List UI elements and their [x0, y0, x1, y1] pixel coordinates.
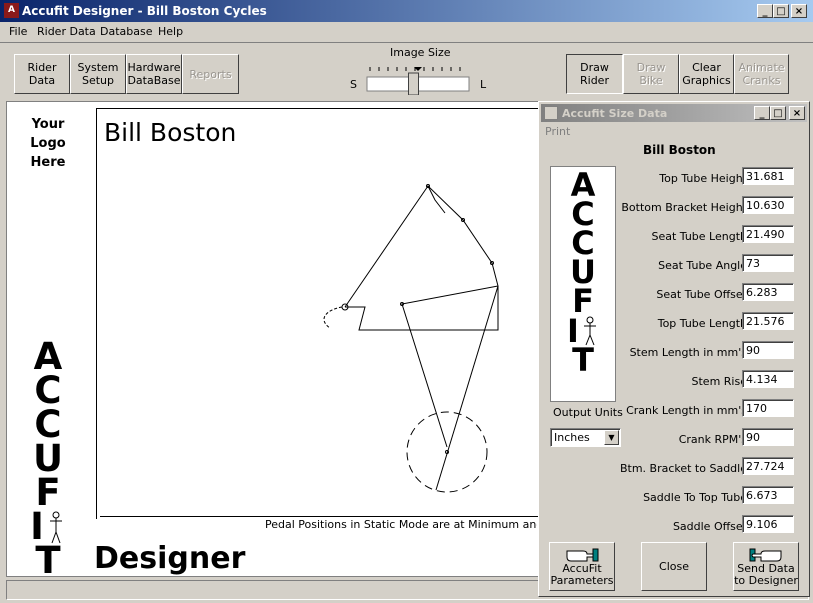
close-button[interactable]: × [791, 4, 807, 18]
designer-wordmark: Designer [94, 541, 246, 576]
size-data-dialog: Accufit Size Data _ □ × Print Bill Bosto… [538, 101, 810, 597]
field-btm-bracket-to-saddle[interactable]: 27.724 [742, 457, 794, 475]
output-units-value: Inches [554, 431, 590, 444]
window-title: Accufit Designer - Bill Boston Cycles [22, 4, 267, 18]
field-stem-rise[interactable]: 4.134 [742, 370, 794, 388]
field-bottom-bracket-height[interactable]: 10.630 [742, 196, 794, 214]
footer-divider [100, 516, 540, 517]
menu-database[interactable]: Database [100, 25, 153, 38]
field-stem-length[interactable]: 90 [742, 341, 794, 359]
clear-graphics-button[interactable]: Clear Graphics [679, 54, 734, 94]
canvas-rider-name: Bill Boston [104, 118, 237, 147]
field-label-saddle-offset: Saddle Offset [672, 520, 747, 533]
reports-button[interactable]: Reports [182, 54, 239, 94]
output-units-select[interactable]: Inches ▼ [550, 428, 621, 447]
system-setup-button[interactable]: System Setup [70, 54, 126, 94]
field-label-crank-rpm: Crank RPM's [678, 433, 747, 446]
hardware-database-button[interactable]: Hardware DataBase [126, 54, 182, 94]
toolbar: Rider Data System Setup Hardware DataBase R… [0, 42, 813, 101]
field-seat-tube-offset[interactable]: 6.283 [742, 283, 794, 301]
image-size-label: Image Size [390, 46, 451, 59]
dialog-title-bar: Accufit Size Data _ □ × [541, 104, 807, 122]
accufit-parameters-button[interactable]: AccuFit Parameters [549, 542, 615, 591]
menu-bar: File Rider Data Database Help [0, 22, 813, 41]
chevron-down-icon[interactable]: ▼ [604, 430, 619, 445]
image-size-min-label: S [350, 78, 357, 91]
field-seat-tube-length[interactable]: 21.490 [742, 225, 794, 243]
image-size-max-label: L [480, 78, 487, 91]
app-icon[interactable]: A [4, 3, 19, 18]
field-saddle-offset[interactable]: 9.106 [742, 515, 794, 533]
dialog-title: Accufit Size Data [562, 107, 668, 120]
dialog-minimize-button[interactable]: _ [754, 106, 770, 120]
pedal-positions-note: Pedal Positions in Static Mode are at Mi… [265, 518, 537, 531]
field-label-top-tube-height: Top Tube Height [659, 172, 747, 185]
field-label-top-tube-length: Top Tube Length [657, 317, 747, 330]
rider-figure-drawing [323, 184, 499, 493]
field-seat-tube-angle[interactable]: 73 [742, 254, 794, 272]
field-label-seat-tube-length: Seat Tube Length [651, 230, 747, 243]
output-units-label: Output Units [553, 406, 623, 419]
dialog-menu-print[interactable]: Print [545, 125, 570, 138]
field-label-btm-bracket-to-saddle: Btm. Bracket to Saddle [619, 462, 747, 475]
main-title-bar: A Accufit Designer - Bill Boston Cycles … [0, 0, 813, 22]
field-crank-rpm[interactable]: 90 [742, 428, 794, 446]
field-label-stem-length: Stem Length in mm's [629, 346, 747, 359]
field-label-saddle-to-top-tube: Saddle To Top Tube [643, 491, 747, 504]
dialog-accufit-logo: A C C U F I T [550, 166, 616, 402]
field-label-seat-tube-angle: Seat Tube Angle [658, 259, 747, 272]
rider-data-button[interactable]: Rider Data [14, 54, 70, 94]
image-size-slider-thumb[interactable] [408, 72, 419, 95]
dialog-rider-name: Bill Boston [643, 143, 716, 157]
field-label-stem-rise: Stem Rise [691, 375, 747, 388]
close-dialog-button[interactable]: Close [641, 542, 707, 591]
field-label-seat-tube-offset: Seat Tube Offset [656, 288, 747, 301]
menu-file[interactable]: File [9, 25, 27, 38]
maximize-button[interactable]: □ [773, 4, 789, 18]
field-top-tube-height[interactable]: 31.681 [742, 167, 794, 185]
logo-placeholder: Your Logo Here [30, 117, 66, 170]
image-size-slider[interactable] [366, 61, 474, 95]
field-saddle-to-top-tube[interactable]: 6.673 [742, 486, 794, 504]
dialog-app-icon [544, 106, 558, 120]
field-label-crank-length: Crank Length in mm's [626, 404, 747, 417]
field-top-tube-length[interactable]: 21.576 [742, 312, 794, 330]
dialog-close-button[interactable]: × [789, 106, 805, 120]
pointing-hand-icon [749, 548, 782, 561]
accufit-logo: A C C U F I T [18, 338, 78, 579]
menu-rider-data[interactable]: Rider Data [37, 25, 96, 38]
draw-rider-button[interactable]: Draw Rider [566, 54, 623, 94]
dialog-maximize-button[interactable]: □ [770, 106, 786, 120]
send-data-button[interactable]: Send Data to Designer [733, 542, 799, 591]
field-label-bottom-bracket-height: Bottom Bracket Height [621, 201, 747, 214]
animate-cranks-button[interactable]: Animate Cranks [734, 54, 789, 94]
field-crank-length[interactable]: 170 [742, 399, 794, 417]
minimize-button[interactable]: _ [757, 4, 773, 18]
pointing-hand-icon [566, 548, 599, 561]
draw-bike-button[interactable]: Draw Bike [623, 54, 679, 94]
menu-help[interactable]: Help [158, 25, 183, 38]
